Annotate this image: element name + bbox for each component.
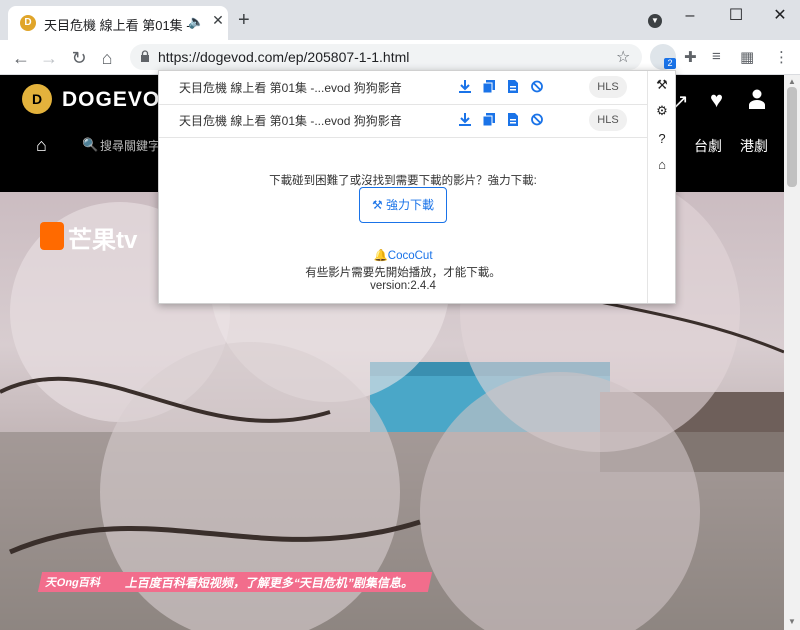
reload-icon[interactable]: ↻ [68,47,90,69]
help-message: 下載碰到困難了或沒找到需要下載的影片？強力下載: [269,175,537,187]
window-close-button[interactable]: ✕ [766,6,794,26]
minimize-button[interactable]: – [676,6,704,26]
new-tab-button[interactable]: + [238,10,250,30]
download-icon[interactable] [459,113,471,126]
chrome-menu-icon[interactable]: ⋮ [774,48,789,66]
site-search-input[interactable]: 搜尋關鍵字 [100,137,160,154]
force-download-button[interactable]: ⚒ 強力下載 [359,187,447,223]
site-logo-icon[interactable]: D [22,84,52,114]
scrollbar-thumb[interactable] [787,87,797,187]
page-scrollbar[interactable]: ▲ ▼ [784,75,800,630]
download-item: 天目危機 線上看 第01集 -...evod 狗狗影音 HLS [159,104,647,138]
download-item: 天目危機 線上看 第01集 -...evod 狗狗影音 HLS [159,71,647,105]
address-bar[interactable]: https://dogevod.com/ep/205807-1-1.html ☆ [130,44,642,70]
caption-text: 上百度百科看短视频，了解更多“天目危机”剧集信息。 [124,576,416,590]
hammer-tool-icon[interactable]: ⚒ [654,77,670,93]
forward-icon[interactable]: → [38,47,60,69]
video-watermark: 芒果tv [68,227,138,254]
nav-hk-drama[interactable]: 港劇 [740,136,768,156]
nav-taiwan-drama[interactable]: 台劇 [694,136,722,156]
user-account-icon[interactable] [748,89,766,109]
favorites-heart-icon[interactable]: ♥ [710,87,723,113]
file-icon[interactable] [507,80,519,93]
download-item-title: 天目危機 線上看 第01集 -...evod 狗狗影音 [179,114,402,128]
scroll-up-icon[interactable]: ▲ [788,77,796,86]
tab-strip: D 天目危機 線上看 第01集 - Z 🔈 ✕ + ▼ – ☐ ✕ [0,0,800,40]
file-icon[interactable] [507,113,519,126]
video-caption-banner: 天Ong百科 上百度百科看短视频，了解更多“天目危机”剧集信息。 [37,572,433,592]
home-nav-icon[interactable]: ⌂ [36,135,47,156]
maximize-button[interactable]: ☐ [722,6,750,26]
force-download-label: 強力下載 [386,198,435,212]
cococut-popup: 天目危機 線上看 第01集 -...evod 狗狗影音 HLS 天目危機 線上看… [158,70,676,304]
close-tab-icon[interactable]: ✕ [210,12,226,28]
site-favicon-icon: D [20,15,36,31]
version-text: version:2.4.4 [370,280,436,292]
url-text: https://dogevod.com/ep/205807-1-1.html [158,49,410,65]
media-queue-icon[interactable]: ≡ [712,48,721,65]
scroll-down-icon[interactable]: ▼ [788,617,796,626]
copy-icon[interactable] [483,113,495,126]
speaker-icon[interactable]: 🔈 [188,14,204,30]
settings-gear-icon[interactable]: ⚙ [654,103,670,119]
hammer-icon: ⚒ [371,198,387,212]
back-icon[interactable]: ← [10,47,32,69]
format-badge: HLS [589,76,627,98]
home-icon[interactable]: ⌂ [654,157,670,173]
calendar-extension-icon[interactable]: ▦ [740,48,754,66]
tab-search-icon[interactable]: ▼ [648,14,662,28]
lock-icon [141,50,149,62]
mango-tv-logo-icon [40,222,64,250]
download-icon[interactable] [459,80,471,93]
tab-title: 天目危機 線上看 第01集 - Z [44,18,194,33]
cococut-link[interactable]: CocoCut [388,250,433,262]
browser-tab[interactable]: D 天目危機 線上看 第01集 - Z 🔈 ✕ [8,6,228,40]
brand-line: 🔔CocoCut [159,248,647,262]
block-icon[interactable] [531,80,543,93]
popup-sidebar: ⚒ ⚙ ? ⌂ [647,71,676,303]
format-badge: HLS [589,109,627,131]
help-icon[interactable]: ? [654,131,670,147]
bookmark-star-icon[interactable]: ☆ [616,47,630,67]
caption-badge: 天Ong百科 [44,577,103,589]
extension-badge: 2 [664,58,676,69]
download-item-title: 天目危機 線上看 第01集 -...evod 狗狗影音 [179,81,402,95]
home-icon[interactable]: ⌂ [96,47,118,69]
copy-icon[interactable] [483,80,495,93]
site-search-icon[interactable]: 🔍 [82,137,98,153]
bell-icon: 🔔 [373,250,388,262]
block-icon[interactable] [531,113,543,126]
extensions-puzzle-icon[interactable]: ✚ [684,48,697,66]
play-first-note: 有些影片需要先開始播放，才能下載。 [305,267,501,279]
